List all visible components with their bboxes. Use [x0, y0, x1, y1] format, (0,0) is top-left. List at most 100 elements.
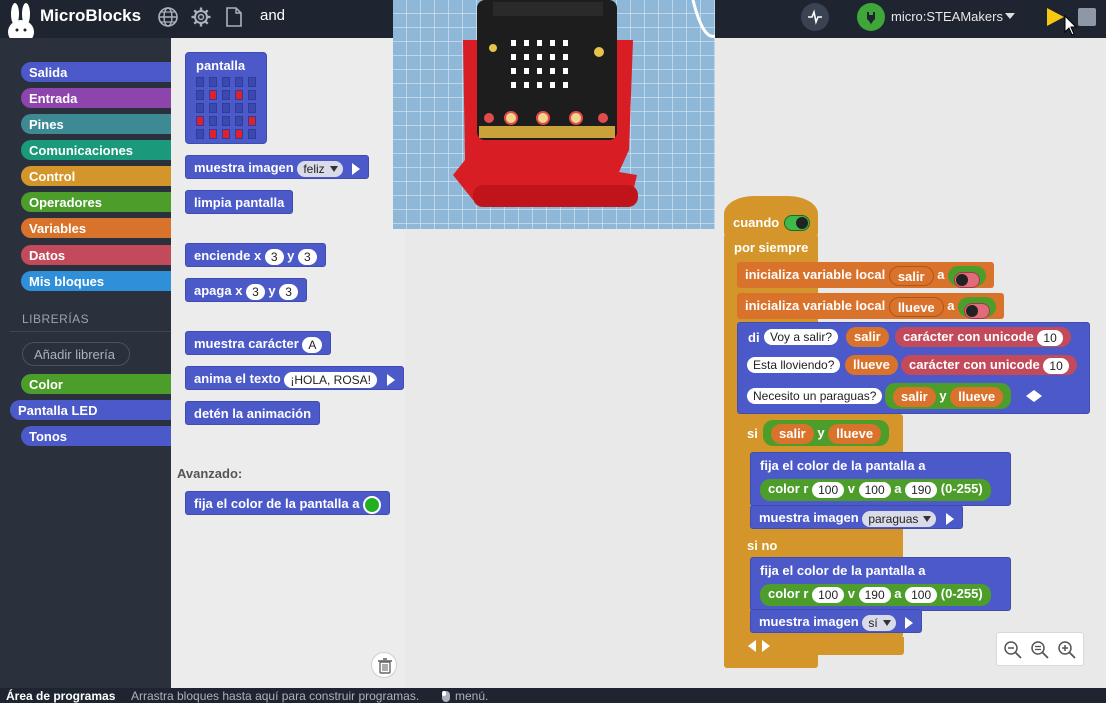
expand-arrow-icon[interactable]: [1034, 390, 1042, 402]
and-reporter[interactable]: salir y llueve: [763, 420, 890, 446]
zoom-in-icon[interactable]: [1057, 640, 1077, 660]
when-hat-block[interactable]: cuando: [724, 196, 818, 236]
expand-arrow-icon[interactable]: [352, 162, 361, 175]
var-salir-reporter[interactable]: salir: [846, 327, 889, 347]
init-local-var-block[interactable]: inicializa variable local llueve a: [737, 293, 1005, 320]
led-cell[interactable]: [248, 77, 256, 87]
led-cell[interactable]: [196, 129, 204, 139]
show-character-block[interactable]: muestra carácter A: [185, 331, 332, 355]
category-datos[interactable]: Datos: [21, 245, 171, 265]
category-pines[interactable]: Pines: [21, 114, 171, 134]
show-image-block[interactable]: muestra imagen paraguas: [750, 505, 963, 529]
led-cell[interactable]: [235, 77, 243, 87]
unplot-block[interactable]: apaga x 3 y 3: [185, 278, 307, 302]
category-control[interactable]: Control: [21, 166, 171, 186]
var-llueve-reporter[interactable]: llueve: [828, 423, 882, 444]
led-cell[interactable]: [222, 77, 230, 87]
red-input[interactable]: 100: [812, 586, 845, 603]
start-button[interactable]: [1047, 8, 1064, 26]
led-cell[interactable]: [196, 103, 204, 113]
led-cell[interactable]: [209, 90, 217, 100]
unicode-char-reporter[interactable]: carácter con unicode 10: [895, 327, 1071, 347]
y-input[interactable]: 3: [279, 283, 298, 300]
image-dropdown[interactable]: sí: [862, 614, 896, 631]
board-name[interactable]: micro:STEAMakers: [891, 9, 1003, 24]
plot-block[interactable]: enciende x 3 y 3: [185, 243, 326, 267]
led-cell[interactable]: [248, 90, 256, 100]
blue-input[interactable]: 100: [905, 586, 938, 603]
add-library-button[interactable]: Añadir librería: [22, 342, 130, 366]
false-toggle[interactable]: [964, 303, 991, 320]
y-input[interactable]: 3: [298, 248, 317, 265]
led-cell[interactable]: [209, 116, 217, 126]
var-name-input[interactable]: salir: [888, 265, 934, 286]
led-cell[interactable]: [196, 77, 204, 87]
rgb-color-reporter[interactable]: color r 100 v 100 a 190 (0-255): [760, 479, 991, 501]
var-llueve-reporter[interactable]: llueve: [950, 386, 1004, 407]
question-1-input[interactable]: Voy a salir?: [764, 329, 839, 345]
led-cell[interactable]: [235, 103, 243, 113]
led-cell[interactable]: [196, 90, 204, 100]
collapse-arrow-icon[interactable]: [748, 640, 756, 652]
green-input[interactable]: 100: [858, 481, 891, 498]
character-input[interactable]: A: [302, 336, 323, 353]
question-2-input[interactable]: Esta lloviendo?: [747, 357, 841, 373]
scroll-text-block[interactable]: anima el texto ¡HOLA, ROSA!: [185, 366, 404, 390]
blue-input[interactable]: 190: [905, 481, 938, 498]
led-cell[interactable]: [222, 129, 230, 139]
display-reporter-block[interactable]: pantalla: [185, 52, 267, 144]
rgb-color-reporter[interactable]: color r 100 v 190 a 100 (0-255): [760, 584, 991, 606]
unicode-input[interactable]: 10: [1043, 357, 1069, 374]
stop-button[interactable]: [1078, 8, 1096, 26]
category-variables[interactable]: Variables: [21, 218, 171, 238]
led-cell[interactable]: [248, 103, 256, 113]
question-3-input[interactable]: Necesito un paraguas?: [747, 388, 883, 404]
boolean-slot[interactable]: [958, 296, 997, 320]
color-swatch[interactable]: [363, 495, 382, 514]
led-cell[interactable]: [248, 116, 256, 126]
show-image-block[interactable]: muestra imagen feliz: [185, 155, 370, 179]
led-cell[interactable]: [209, 103, 217, 113]
led-cell[interactable]: [196, 116, 204, 126]
text-input[interactable]: ¡HOLA, ROSA!: [284, 371, 378, 388]
clear-display-block[interactable]: limpia pantalla: [185, 190, 294, 214]
led-cell[interactable]: [235, 90, 243, 100]
condition-toggle[interactable]: [784, 215, 810, 231]
gear-icon[interactable]: [190, 6, 212, 28]
file-icon[interactable]: [223, 6, 245, 28]
unicode-input[interactable]: 10: [1037, 329, 1063, 346]
connection-button[interactable]: [857, 3, 885, 31]
image-dropdown[interactable]: paraguas: [862, 510, 937, 527]
show-image-block[interactable]: muestra imagen sí: [750, 609, 923, 633]
expand-arrow-icon[interactable]: [946, 512, 954, 525]
led-cell[interactable]: [235, 129, 243, 139]
led-grid[interactable]: [196, 77, 258, 139]
init-local-var-block[interactable]: inicializa variable local salir a: [737, 262, 995, 289]
var-salir-reporter[interactable]: salir: [893, 386, 936, 407]
category-entrada[interactable]: Entrada: [21, 88, 171, 108]
led-cell[interactable]: [222, 103, 230, 113]
category-comunicaciones[interactable]: Comunicaciones: [21, 140, 171, 160]
chevron-down-icon[interactable]: [1005, 13, 1015, 19]
set-display-color-block[interactable]: fija el color de la pantalla a: [185, 491, 391, 515]
image-dropdown[interactable]: feliz: [297, 160, 343, 177]
expand-arrow-icon[interactable]: [762, 640, 770, 652]
led-cell[interactable]: [248, 129, 256, 139]
and-reporter[interactable]: salir y llueve: [885, 383, 1012, 409]
expand-arrow-icon[interactable]: [386, 373, 395, 386]
category-mis-bloques[interactable]: Mis bloques: [21, 271, 171, 291]
boolean-slot[interactable]: [948, 265, 987, 289]
library-tonos[interactable]: Tonos: [21, 426, 171, 446]
led-cell[interactable]: [235, 116, 243, 126]
collapse-arrow-icon[interactable]: [1026, 390, 1034, 402]
green-input[interactable]: 190: [858, 586, 891, 603]
stop-animation-block[interactable]: detén la animación: [185, 401, 321, 425]
category-operadores[interactable]: Operadores: [21, 192, 171, 212]
zoom-out-icon[interactable]: [1003, 640, 1023, 660]
red-input[interactable]: 100: [812, 481, 845, 498]
var-salir-reporter[interactable]: salir: [771, 423, 814, 444]
unicode-char-reporter[interactable]: carácter con unicode 10: [901, 355, 1077, 375]
led-cell[interactable]: [209, 129, 217, 139]
led-cell[interactable]: [222, 116, 230, 126]
var-llueve-reporter[interactable]: llueve: [845, 355, 898, 375]
